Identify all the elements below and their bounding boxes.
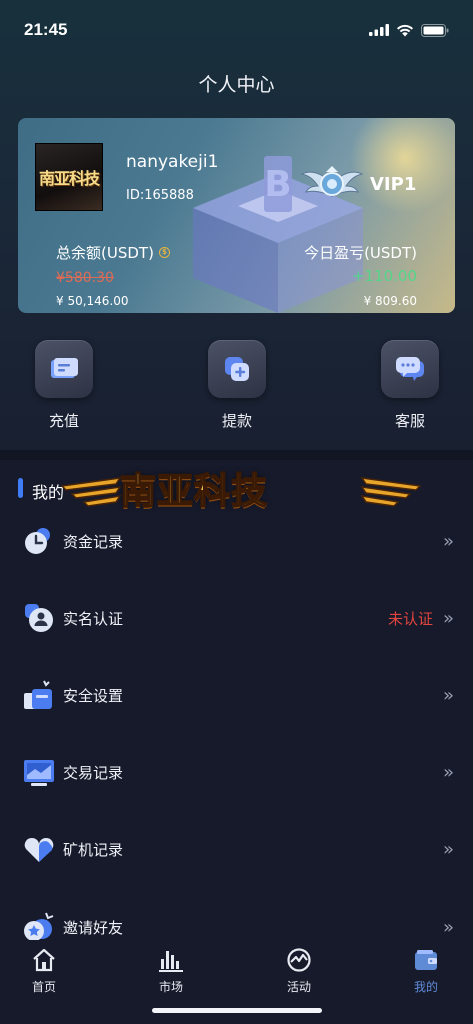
today-pnl-value: +110.00: [351, 267, 417, 285]
chevron-right-icon: »: [442, 607, 454, 629]
total-balance-value: ¥580.30: [56, 270, 114, 286]
total-balance-label: 总余额(USDT) $: [56, 242, 170, 263]
status-bar: 21:45: [0, 0, 473, 60]
menu-label: 安全设置: [63, 686, 124, 705]
status-icons: [369, 23, 449, 37]
customer-service-label: 客服: [394, 412, 425, 430]
vip-wings-badge-icon: [300, 166, 364, 197]
chevron-right-icon: »: [442, 530, 454, 552]
chat-bubble-icon: [396, 357, 424, 381]
coin-icon[interactable]: $: [158, 247, 170, 258]
username: nanyakeji1: [126, 152, 219, 172]
menu-label: 邀请好友: [63, 918, 124, 937]
menu-label: 实名认证: [63, 609, 124, 628]
total-balance-label-text: 总余额(USDT): [56, 244, 154, 262]
user-id: ID:165888: [126, 188, 194, 203]
withdraw-icon: [225, 357, 249, 381]
menu-label: 资金记录: [63, 532, 124, 551]
bar-chart-icon: [141, 946, 201, 974]
heart-miner-icon: [22, 832, 56, 866]
withdraw-label: 提款: [221, 412, 252, 430]
withdraw-button-tile[interactable]: [208, 340, 266, 398]
tab-activity[interactable]: 活动: [269, 946, 329, 995]
signal-icon: [369, 24, 389, 36]
customer-service-button-tile[interactable]: [381, 340, 439, 398]
activity-icon: [269, 946, 329, 974]
today-pnl-label: 今日盈亏(USDT): [304, 244, 417, 262]
tab-mine-label: 我的: [413, 980, 438, 994]
account-card: B 南亚科技 nanyakeji1 ID:165888 VIP1 总余额(USD…: [18, 118, 455, 313]
deposit-label: 充值: [48, 412, 79, 430]
tab-activity-label: 活动: [286, 980, 311, 994]
brand-banner-text: 南亚科技: [119, 469, 269, 513]
tab-mine[interactable]: 我的: [396, 946, 456, 995]
svg-text:B: B: [264, 164, 291, 205]
vip-level: VIP1: [370, 174, 417, 195]
battery-icon: [421, 23, 449, 37]
status-time: 21:45: [24, 20, 68, 39]
menu-item-miner-records[interactable]: 矿机记录 »: [0, 824, 473, 874]
chevron-right-icon: »: [442, 838, 454, 860]
menu-label: 交易记录: [63, 763, 124, 782]
deposit-card-icon: [51, 358, 78, 378]
total-balance-cny: ¥ 50,146.00: [56, 294, 129, 308]
withdraw-button[interactable]: 提款: [208, 340, 266, 431]
tab-home-label: 首页: [31, 980, 56, 994]
user-verify-icon: [22, 601, 56, 635]
invite-star-icon: [22, 910, 56, 944]
chevron-right-icon: »: [442, 761, 454, 783]
clock-icon: [22, 524, 56, 558]
menu-label: 矿机记录: [63, 840, 124, 859]
section-accent-bar: [18, 478, 23, 498]
menu-item-security-settings[interactable]: 安全设置 »: [0, 670, 473, 720]
tab-market-label: 市场: [158, 980, 183, 994]
chevron-right-icon: »: [442, 916, 454, 938]
home-icon: [14, 946, 74, 974]
chevron-right-icon: »: [442, 684, 454, 706]
page-title: 个人中心: [198, 74, 275, 96]
menu-item-real-name-verification[interactable]: 实名认证 未认证 »: [0, 593, 473, 643]
today-pnl-cny: ¥ 809.60: [363, 294, 417, 308]
deposit-button[interactable]: 充值: [35, 340, 93, 431]
tab-market[interactable]: 市场: [141, 946, 201, 995]
shield-settings-icon: [22, 678, 56, 712]
tab-home[interactable]: 首页: [14, 946, 74, 995]
trade-record-icon: [22, 755, 56, 789]
menu-item-fund-records[interactable]: 资金记录 »: [0, 516, 473, 566]
customer-service-button[interactable]: 客服: [381, 340, 439, 431]
wifi-icon: [397, 24, 413, 36]
deposit-button-tile[interactable]: [35, 340, 93, 398]
wallet-icon: [396, 946, 456, 974]
menu-item-trade-records[interactable]: 交易记录 »: [0, 747, 473, 797]
avatar-logo-text: 南亚科技: [38, 169, 100, 188]
verification-status: 未认证: [387, 609, 433, 628]
home-indicator: [152, 1008, 322, 1013]
avatar[interactable]: 南亚科技: [35, 143, 103, 211]
